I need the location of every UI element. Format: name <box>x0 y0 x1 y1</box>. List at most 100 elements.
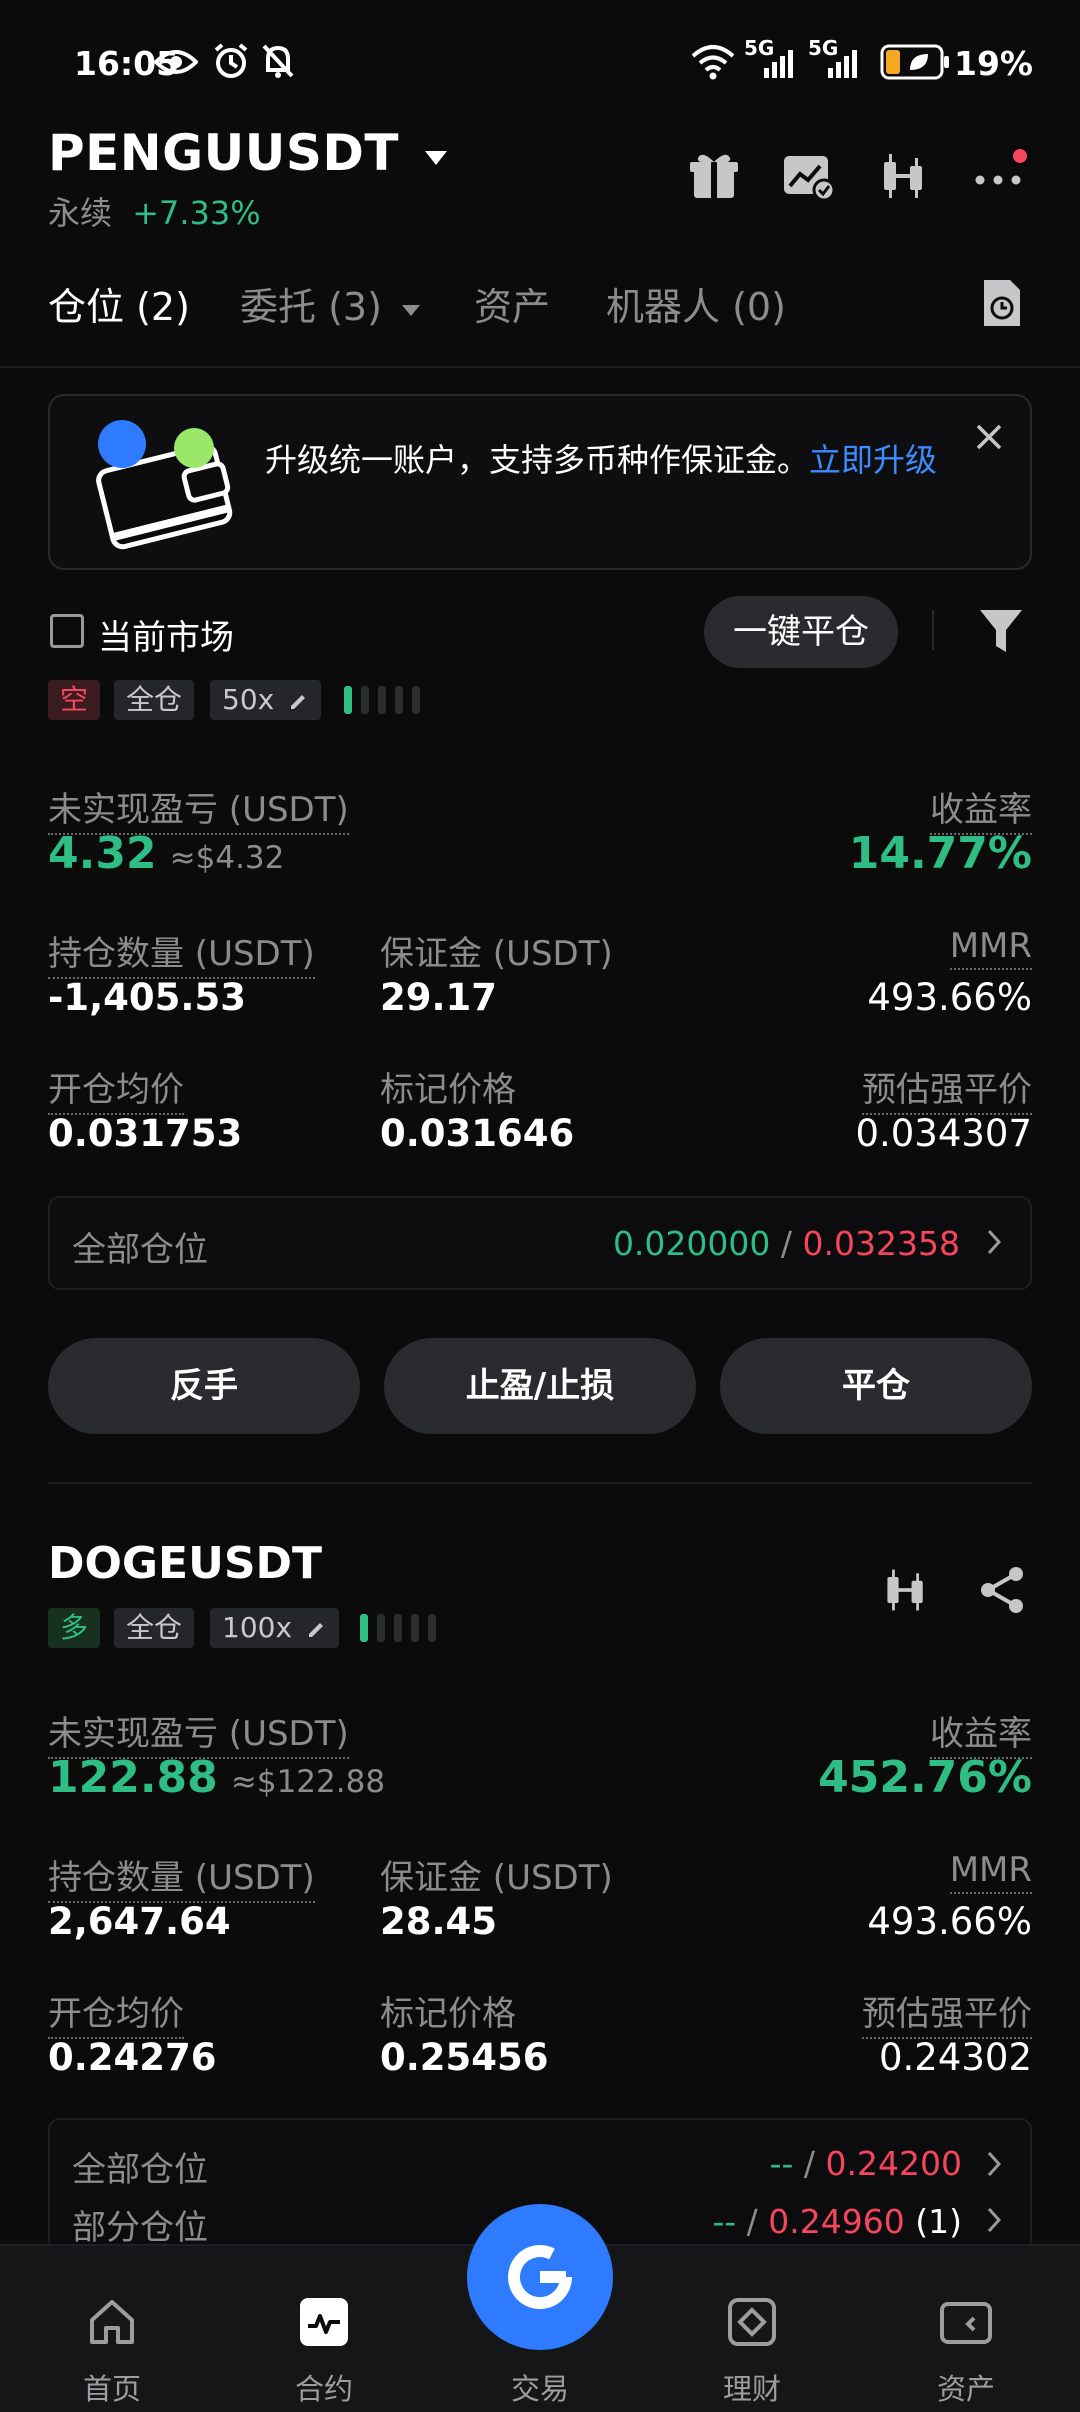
gift-icon[interactable] <box>686 148 742 204</box>
entry-price-label: 开仓均价 <box>48 1986 184 2039</box>
leverage-tag[interactable]: 100x <box>210 1608 339 1648</box>
entry-price-label: 开仓均价 <box>48 1062 184 1115</box>
unified-account-banner[interactable]: 升级统一账户，支持多币种作保证金。立即升级 <box>48 394 1032 570</box>
mmr-value: 493.66% <box>867 1900 1032 1943</box>
tab-positions[interactable]: 仓位 (2) <box>48 276 190 331</box>
close-all-button[interactable]: 一键平仓 <box>704 596 898 668</box>
mark-price-label: 标记价格 <box>380 1994 516 2034</box>
leverage-level-bars <box>344 686 429 714</box>
margin-value: 29.17 <box>380 976 498 1019</box>
stop-loss-value: 0.24200 <box>825 2144 962 2183</box>
mark-price-value: 0.25456 <box>380 2036 549 2079</box>
order-history-icon[interactable] <box>978 278 1024 328</box>
contract-info: 永续 +7.33% <box>48 188 261 234</box>
contract-type: 永续 <box>48 194 113 232</box>
nav-futures-label: 合约 <box>294 2372 353 2406</box>
earn-icon <box>728 2298 776 2346</box>
filter-divider <box>932 610 934 650</box>
chevron-right-icon <box>987 2207 1002 2233</box>
status-bar: 16:05 5G 5G 19% <box>0 36 1080 90</box>
take-profit-value: -- <box>712 2202 737 2241</box>
position-2-symbol[interactable]: DOGEUSDT <box>48 1538 322 1589</box>
leverage-level-bars <box>360 1614 445 1642</box>
tpsl-row-label: 全部仓位 <box>72 1230 208 1270</box>
edit-icon <box>291 695 306 709</box>
symbol-selector[interactable]: PENGUUSDT <box>48 124 449 182</box>
margin-value: 28.45 <box>380 1900 498 1943</box>
tpsl-separator: / <box>803 2144 816 2183</box>
size-value: 2,647.64 <box>48 1900 231 1943</box>
tpsl-row-label: 部分仓位 <box>72 2208 208 2248</box>
tpsl-values: 0.020000 / 0.032358 <box>613 1224 960 1263</box>
order-count: (1) <box>915 2202 962 2241</box>
size-label: 持仓数量 (USDT) <box>48 926 315 979</box>
caret-down-icon <box>424 150 447 165</box>
unrealized-pnl-usd: ≈$4.32 <box>169 840 285 876</box>
unrealized-pnl: 122.88 ≈$122.88 <box>48 1752 385 1803</box>
home-icon <box>90 2300 134 2344</box>
size-value: -1,405.53 <box>48 976 246 1019</box>
nav-home-label: 首页 <box>82 2372 141 2406</box>
leverage-tag[interactable]: 50x <box>210 680 322 720</box>
roe-value: 14.77% <box>848 828 1032 879</box>
mute-bell-icon <box>262 44 294 78</box>
mmr-label: MMR <box>949 1850 1032 1894</box>
more-icon[interactable] <box>972 148 1028 204</box>
unrealized-pnl-value: 122.88 <box>48 1752 218 1803</box>
upgrade-link[interactable]: 立即升级 <box>809 441 937 479</box>
side-tag: 空 <box>48 680 101 720</box>
banner-text: 升级统一账户，支持多币种作保证金。 <box>265 441 810 479</box>
wallet-icon <box>940 2302 992 2344</box>
close-position-button[interactable]: 平仓 <box>720 1338 1032 1434</box>
tab-assets[interactable]: 资产 <box>474 276 550 331</box>
trade-fab-button[interactable] <box>467 2204 613 2350</box>
liq-price-label: 预估强平价 <box>862 1986 1032 2039</box>
liq-price-value: 0.034307 <box>855 1112 1032 1155</box>
liq-price-value: 0.24302 <box>878 2036 1032 2079</box>
stop-loss-value: 0.24960 <box>768 2202 905 2241</box>
side-tag: 多 <box>48 1608 101 1648</box>
take-profit-value: -- <box>769 2144 794 2183</box>
reverse-button[interactable]: 反手 <box>48 1338 360 1434</box>
size-label: 持仓数量 (USDT) <box>48 1850 315 1903</box>
filter-icon[interactable] <box>978 606 1024 656</box>
pnl-share-icon[interactable] <box>780 148 836 204</box>
tab-orders-label: 委托 (3) <box>240 285 382 329</box>
nav-trade-label: 交易 <box>510 2372 569 2406</box>
position-1-tags: 空 全仓 50x <box>0 680 1080 720</box>
entry-price-value: 0.031753 <box>48 1112 243 1155</box>
wifi-icon <box>691 45 735 80</box>
chevron-right-icon <box>987 2151 1002 2177</box>
trade-icon <box>508 2245 572 2310</box>
take-profit-value: 0.020000 <box>612 1224 771 1263</box>
unrealized-pnl: 4.32 ≈$4.32 <box>48 828 284 879</box>
tpsl-separator: / <box>746 2202 758 2241</box>
current-market-checkbox[interactable] <box>50 614 84 648</box>
unrealized-pnl-usd: ≈$122.88 <box>230 1764 386 1800</box>
tab-orders[interactable]: 委托 (3) <box>240 276 422 331</box>
tpsl-row[interactable]: 全部仓位 -- / 0.24200 <box>50 2120 1030 2190</box>
nav-assets-label: 资产 <box>936 2372 995 2406</box>
roe-value: 452.76% <box>818 1752 1032 1803</box>
position-2-tags: 多 全仓 100x <box>0 1608 1080 1648</box>
alarm-icon <box>214 43 248 78</box>
tab-bots[interactable]: 机器人 (0) <box>606 276 786 331</box>
battery-level: 19% <box>954 44 1033 83</box>
tpsl-row[interactable]: 全部仓位 0.020000 / 0.032358 <box>48 1196 1032 1290</box>
edit-icon <box>308 1623 323 1637</box>
tpsl-button[interactable]: 止盈/止损 <box>384 1338 696 1434</box>
stop-loss-value: 0.032358 <box>802 1224 960 1263</box>
margin-mode-tag: 全仓 <box>114 1608 195 1648</box>
entry-price-value: 0.24276 <box>48 2036 217 2079</box>
current-market-label: 当前市场 <box>98 618 234 658</box>
nav-earn-label: 理财 <box>722 2372 781 2406</box>
signal-icon-2 <box>828 50 857 78</box>
tpsl-separator: / <box>780 1224 793 1263</box>
mmr-label: MMR <box>949 926 1032 970</box>
candlestick-icon[interactable] <box>876 148 932 204</box>
close-icon[interactable] <box>974 422 1004 452</box>
banner-message: 升级统一账户，支持多币种作保证金。立即升级 <box>265 436 965 484</box>
unrealized-pnl-value: 4.32 <box>48 828 157 879</box>
leverage-value: 100x <box>222 1611 293 1644</box>
price-change: +7.33% <box>132 194 261 232</box>
